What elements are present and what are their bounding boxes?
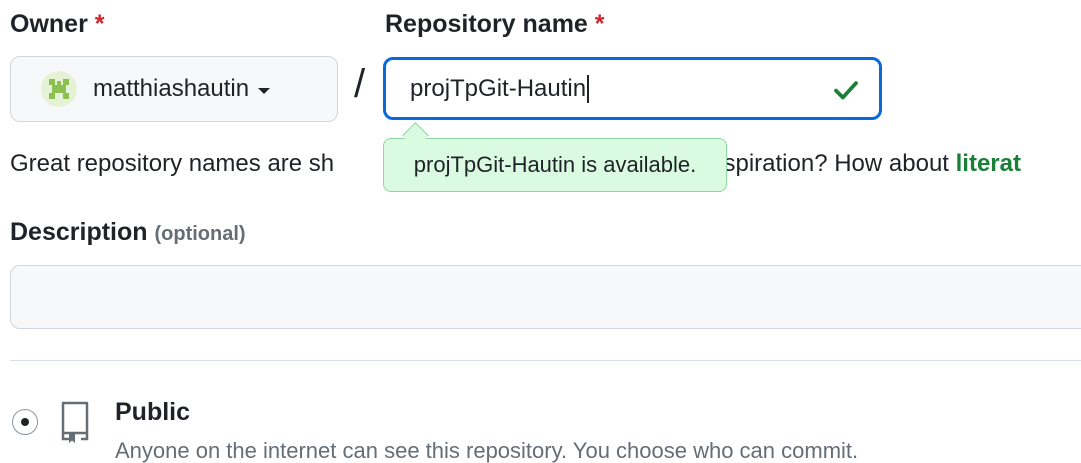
public-option-description: Anyone on the internet can see this repo… <box>115 438 859 463</box>
text-cursor <box>587 74 590 103</box>
owner-select-button[interactable]: matthiashautin <box>10 56 338 122</box>
check-icon <box>834 81 858 100</box>
public-radio[interactable] <box>12 409 38 435</box>
owner-label: Owner * <box>10 10 104 39</box>
owner-label-text: Owner <box>10 10 88 38</box>
repository-name-required-mark: * <box>594 10 605 38</box>
repo-icon <box>61 401 89 443</box>
description-optional-label: (optional) <box>154 223 246 245</box>
repository-name-value: projTpGit-Hautin <box>410 74 587 102</box>
section-divider <box>10 360 1081 361</box>
triangle-down-icon <box>258 87 271 94</box>
identicon-avatar-icon <box>49 79 69 99</box>
help-text-prefix: Great repository names are sh <box>10 150 335 177</box>
availability-tooltip: projTpGit-Hautin is available. <box>383 138 727 192</box>
description-label: Description (optional) <box>10 218 246 247</box>
public-option-title: Public <box>115 398 191 426</box>
suggested-name-link[interactable]: literat <box>956 150 1021 177</box>
owner-required-mark: * <box>94 10 105 38</box>
description-label-text: Description <box>10 218 148 246</box>
help-text-middle: nspiration? How about <box>710 150 956 177</box>
owner-repo-separator: / <box>354 62 366 106</box>
description-input[interactable] <box>10 265 1081 329</box>
radio-selected-dot <box>21 418 29 426</box>
repository-name-label: Repository name * <box>385 10 605 39</box>
avatar <box>41 71 77 107</box>
repository-name-label-text: Repository name <box>385 10 588 38</box>
create-repo-form: Owner * Repository name * matthiashautin… <box>0 0 1081 463</box>
owner-name: matthiashautin <box>93 75 250 102</box>
repository-name-input[interactable]: projTpGit-Hautin <box>383 57 882 120</box>
